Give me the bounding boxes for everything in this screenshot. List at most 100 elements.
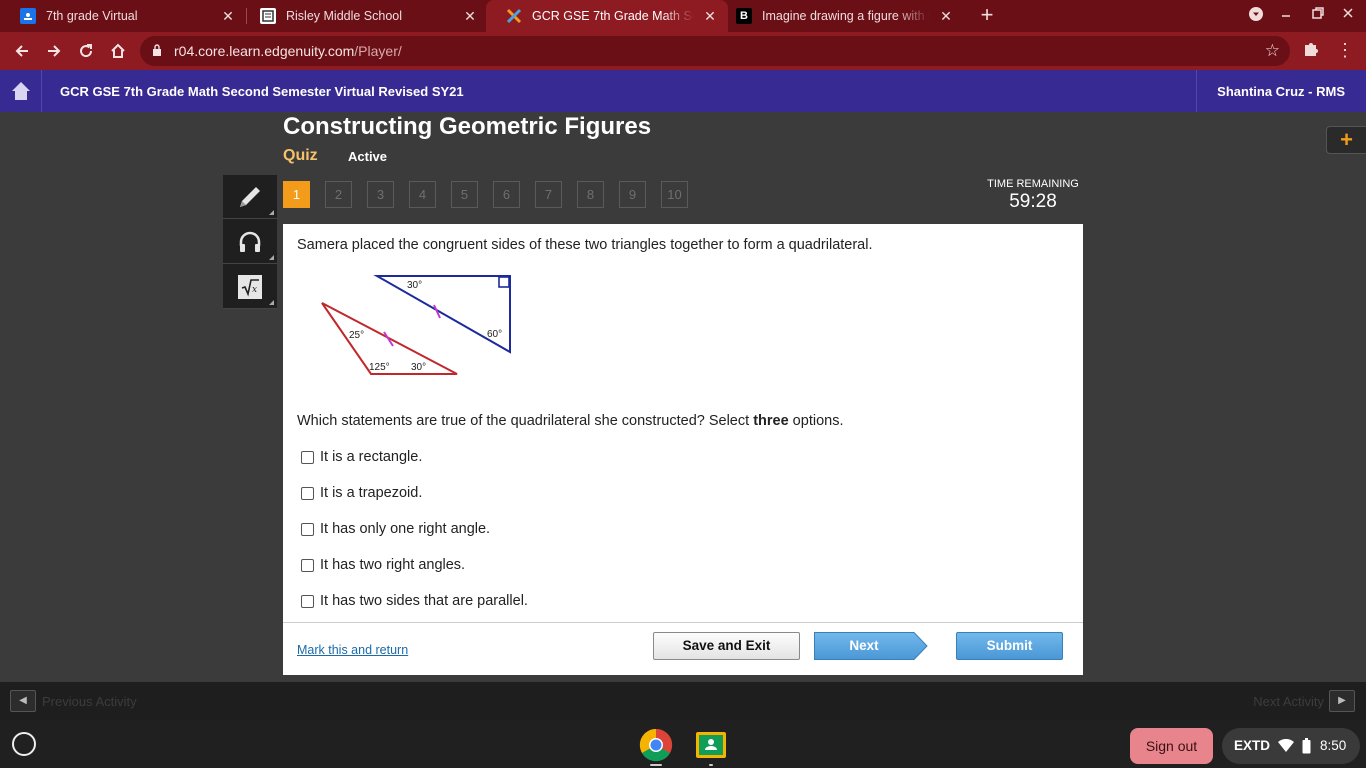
forward-icon[interactable]: [42, 39, 66, 63]
question-number-4[interactable]: 4: [409, 181, 436, 208]
chrome-menu-icon[interactable]: ⋮: [1336, 40, 1354, 60]
extensions-puzzle-icon[interactable]: [1302, 40, 1322, 60]
browser-toolbar: r04.core.learn.edgenuity.com/Player/ ☆ ⋮: [0, 32, 1366, 70]
tools-panel: x: [223, 175, 277, 309]
clock: 8:50: [1320, 738, 1347, 753]
tab-title: 7th grade Virtual: [46, 9, 138, 23]
question-number-7[interactable]: 7: [535, 181, 562, 208]
bookmark-star-icon[interactable]: ☆: [1265, 41, 1280, 61]
submit-button[interactable]: Submit: [956, 632, 1063, 660]
home-icon[interactable]: [106, 39, 130, 63]
option-rectangle[interactable]: It is a rectangle.: [301, 449, 422, 465]
svg-text:x: x: [252, 285, 257, 295]
address-bar[interactable]: r04.core.learn.edgenuity.com/Player/ ☆: [140, 36, 1290, 66]
option-label: It has two sides that are parallel.: [320, 593, 528, 609]
angle-label: 30°: [411, 362, 426, 373]
question-number-9[interactable]: 9: [619, 181, 646, 208]
chrome-app-icon[interactable]: [639, 728, 673, 762]
tab-risley-middle-school[interactable]: Risley Middle School ✕: [240, 0, 488, 32]
url-host: r04.core.learn.edgenuity.com: [174, 43, 355, 59]
angle-label: 125°: [369, 362, 390, 373]
os-shelf: Sign out EXTD 8:50: [0, 720, 1366, 768]
question-text-emphasis: three: [753, 413, 789, 429]
tab-brainly[interactable]: B Imagine drawing a figure with th ✕: [716, 0, 964, 32]
tab-gcr-gse-math[interactable]: GCR GSE 7th Grade Math Second ✕: [486, 0, 728, 32]
square-root-icon: x: [238, 274, 262, 299]
question-number-6[interactable]: 6: [493, 181, 520, 208]
minimize-icon[interactable]: [1276, 6, 1296, 26]
option-checkbox[interactable]: [301, 558, 314, 572]
expand-plus-button[interactable]: +: [1326, 126, 1366, 154]
launcher-icon[interactable]: [12, 732, 36, 756]
course-header: GCR GSE 7th Grade Math Second Semester V…: [0, 70, 1366, 112]
save-and-exit-button[interactable]: Save and Exit: [653, 632, 800, 660]
restore-icon[interactable]: [1308, 6, 1328, 26]
tab-title: Imagine drawing a figure with th: [762, 9, 930, 23]
reload-icon[interactable]: [74, 39, 98, 63]
question-number-5[interactable]: 5: [451, 181, 478, 208]
question-number-2[interactable]: 2: [325, 181, 352, 208]
course-home-button[interactable]: [0, 70, 42, 112]
activity-type: Quiz: [283, 147, 318, 164]
option-label: It has two right angles.: [320, 557, 466, 573]
question-number-10[interactable]: 10: [661, 181, 688, 208]
next-activity-label[interactable]: Next Activity: [1253, 694, 1324, 709]
option-two-right-angles[interactable]: It has two right angles.: [301, 557, 465, 573]
user-menu[interactable]: Shantina Cruz - RMS: [1196, 70, 1366, 112]
tab-title: Risley Middle School: [286, 9, 403, 23]
option-checkbox[interactable]: [301, 522, 314, 536]
edgenuity-icon: [506, 8, 522, 24]
question-number-1[interactable]: 1: [283, 181, 310, 208]
wifi-icon: [1278, 739, 1294, 752]
battery-icon: [1302, 738, 1311, 754]
course-title: GCR GSE 7th Grade Math Second Semester V…: [60, 84, 464, 99]
activity-nav: ◀ Previous Activity Next Activity ▶: [0, 682, 1366, 720]
close-icon[interactable]: ✕: [938, 8, 954, 24]
page-icon: [260, 8, 276, 24]
app-running-indicator: [709, 764, 713, 766]
audio-tool[interactable]: [223, 220, 277, 264]
google-classroom-app-icon[interactable]: [694, 728, 728, 762]
app-running-indicator: [650, 764, 662, 766]
option-checkbox[interactable]: [301, 450, 314, 464]
previous-activity-button[interactable]: ◀: [10, 690, 36, 712]
close-icon[interactable]: ✕: [220, 8, 236, 24]
google-classroom-icon: [20, 8, 36, 24]
url-text: r04.core.learn.edgenuity.com/Player/: [174, 43, 402, 59]
next-activity-button[interactable]: ▶: [1329, 690, 1355, 712]
option-one-right-angle[interactable]: It has only one right angle.: [301, 521, 490, 537]
question-text-start: Which statements are true of the quadril…: [297, 413, 754, 429]
question-number-8[interactable]: 8: [577, 181, 604, 208]
question-text-end: options.: [788, 413, 844, 429]
option-trapezoid[interactable]: It is a trapezoid.: [301, 485, 422, 501]
url-path: /Player/: [354, 43, 402, 59]
back-icon[interactable]: [10, 39, 34, 63]
new-tab-icon[interactable]: +: [976, 4, 998, 27]
option-label: It is a rectangle.: [320, 449, 423, 465]
status-tray[interactable]: EXTD 8:50: [1222, 728, 1360, 764]
next-button[interactable]: Next: [814, 632, 928, 660]
input-method-label: EXTD: [1234, 738, 1271, 753]
option-parallel-sides[interactable]: It has two sides that are parallel.: [301, 593, 528, 609]
calculator-tool[interactable]: x: [223, 265, 277, 309]
pencil-tool[interactable]: [223, 175, 277, 219]
browser-tab-strip: 7th grade Virtual ✕ Risley Middle School…: [0, 0, 1366, 32]
mark-and-return-link[interactable]: Mark this and return: [297, 643, 408, 657]
question-number-3[interactable]: 3: [367, 181, 394, 208]
tab-search-icon[interactable]: [1246, 6, 1266, 26]
blue-triangle: [373, 275, 511, 354]
close-window-icon[interactable]: [1338, 6, 1358, 26]
option-checkbox[interactable]: [301, 594, 314, 608]
sign-out-button[interactable]: Sign out: [1130, 728, 1213, 764]
headphones-icon: [239, 231, 261, 252]
tab-7th-grade-virtual[interactable]: 7th grade Virtual ✕: [0, 0, 246, 32]
triangles-figure: 25° 125° 30° 30° 60°: [321, 275, 511, 375]
time-remaining-value: 59:28: [1009, 191, 1057, 212]
close-icon[interactable]: ✕: [462, 8, 478, 24]
question-footer: Mark this and return Save and Exit Next …: [283, 622, 1083, 675]
question-card: Samera placed the congruent sides of the…: [283, 224, 1083, 622]
previous-activity-label[interactable]: Previous Activity: [42, 694, 137, 709]
angle-label: 30°: [407, 280, 422, 291]
option-checkbox[interactable]: [301, 486, 314, 500]
tab-title: GCR GSE 7th Grade Math Second: [532, 9, 694, 23]
